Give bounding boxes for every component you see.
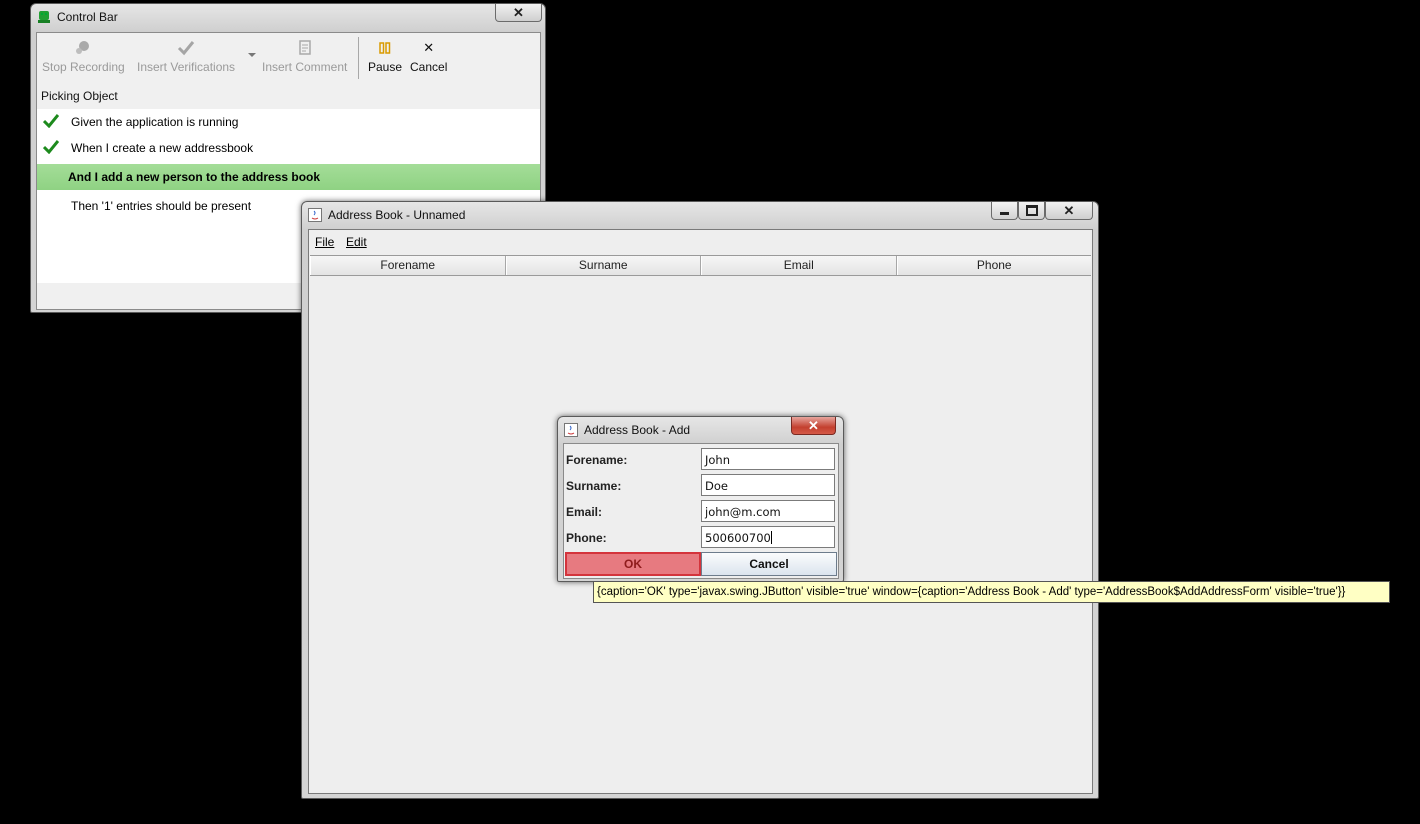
phone-value: 500600700	[705, 531, 771, 545]
close-button[interactable]: ✕	[791, 417, 836, 435]
status-label: Picking Object	[41, 89, 118, 103]
pause-button[interactable]: Pause	[368, 39, 402, 74]
stop-recording-button[interactable]: Stop Recording	[42, 39, 125, 74]
surname-field[interactable]: Doe	[701, 474, 835, 496]
ok-button[interactable]: OK	[565, 552, 701, 576]
step-item[interactable]: Given the application is running	[37, 109, 540, 135]
insert-comment-label: Insert Comment	[262, 60, 348, 74]
stop-recording-label: Stop Recording	[42, 60, 125, 74]
column-header-email[interactable]: Email	[701, 256, 897, 275]
pause-icon	[379, 42, 391, 54]
checkmark-icon	[43, 140, 59, 154]
cancel-recording-button[interactable]: ✕ Cancel	[410, 39, 447, 74]
comment-icon	[298, 40, 311, 55]
phone-field[interactable]: 500600700	[701, 526, 835, 548]
current-step-item[interactable]: And I add a new person to the address bo…	[37, 164, 540, 190]
insert-verifications-button[interactable]: Insert Verifications	[137, 39, 235, 74]
toolbar: Stop Recording Insert Verifications Inse…	[37, 33, 540, 83]
add-dialog-window: Address Book - Add ✕ Forename: John Surn…	[557, 416, 844, 582]
step-item[interactable]: When I create a new addressbook	[37, 135, 540, 161]
table-header: Forename Surname Email Phone	[310, 255, 1091, 276]
maximize-icon	[1025, 205, 1038, 216]
cancel-button[interactable]: Cancel	[701, 552, 837, 576]
column-header-phone[interactable]: Phone	[896, 256, 1092, 275]
java-icon	[564, 423, 578, 437]
window-title: Control Bar	[57, 10, 118, 24]
step-text: Given the application is running	[71, 115, 239, 129]
add-dialog-client: Forename: John Surname: Doe Email: john@…	[563, 443, 839, 579]
insert-comment-button[interactable]: Insert Comment	[262, 39, 347, 74]
maximize-button[interactable]	[1018, 202, 1045, 220]
pause-label: Pause	[368, 60, 403, 74]
checkmark-icon	[43, 114, 59, 128]
verifications-dropdown-icon[interactable]	[248, 53, 256, 57]
close-icon: ✕	[513, 5, 524, 20]
phone-label: Phone:	[566, 531, 607, 545]
control-bar-titlebar[interactable]: Control Bar ✕	[31, 4, 545, 30]
column-header-forename[interactable]: Forename	[310, 256, 506, 275]
surname-label: Surname:	[566, 479, 622, 493]
java-icon	[308, 208, 322, 222]
robot-icon	[38, 11, 50, 23]
forename-label: Forename:	[566, 453, 628, 467]
column-header-surname[interactable]: Surname	[505, 256, 701, 275]
close-icon: ✕	[1063, 203, 1075, 218]
add-dialog-titlebar[interactable]: Address Book - Add ✕	[558, 417, 843, 443]
close-icon: ✕	[808, 418, 819, 433]
email-field[interactable]: john@m.com	[701, 500, 835, 522]
forename-field[interactable]: John	[701, 448, 835, 470]
cancel-label: Cancel	[410, 60, 448, 74]
menu-file[interactable]: File	[315, 235, 334, 249]
minimize-button[interactable]	[991, 202, 1018, 220]
minimize-icon	[1000, 212, 1009, 215]
window-title: Address Book - Unnamed	[328, 208, 466, 222]
forename-row: Forename: John	[564, 446, 838, 472]
close-button[interactable]: ✕	[495, 4, 542, 22]
toolbar-separator	[358, 37, 359, 79]
surname-row: Surname: Doe	[564, 472, 838, 498]
step-text: When I create a new addressbook	[71, 141, 254, 155]
checkmark-icon	[177, 41, 195, 56]
cancel-icon: ✕	[423, 40, 435, 55]
email-label: Email:	[566, 505, 603, 519]
object-info-tooltip: {caption='OK' type='javax.swing.JButton'…	[593, 581, 1390, 603]
step-text: Then '1' entries should be present	[71, 199, 252, 213]
dialog-title: Address Book - Add	[584, 423, 691, 437]
menu-edit[interactable]: Edit	[346, 235, 367, 249]
email-row: Email: john@m.com	[564, 498, 838, 524]
text-caret	[770, 531, 772, 544]
phone-row: Phone: 500600700	[564, 524, 838, 550]
stop-recording-icon	[76, 41, 90, 54]
step-text: And I add a new person to the address bo…	[68, 170, 321, 184]
insert-verifications-label: Insert Verifications	[137, 60, 236, 74]
address-book-titlebar[interactable]: Address Book - Unnamed ✕	[302, 202, 1098, 228]
menubar: File Edit	[309, 230, 1092, 254]
close-button[interactable]: ✕	[1045, 202, 1093, 220]
